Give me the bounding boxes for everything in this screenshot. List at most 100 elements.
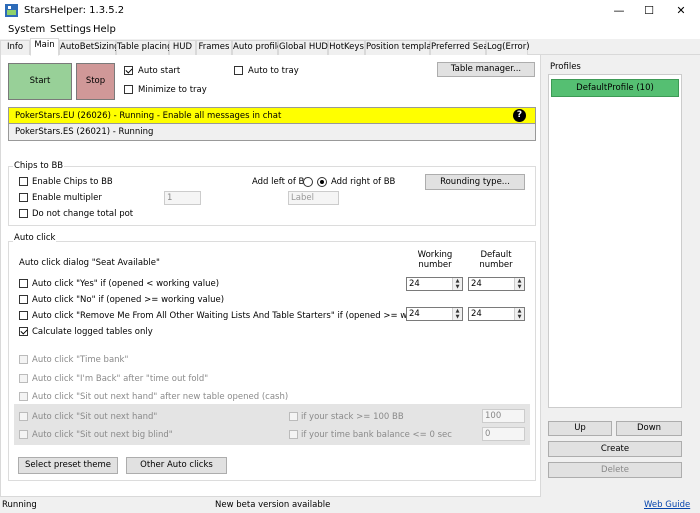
main-panel: Start Stop Auto start Minimize to tray A… (0, 55, 541, 497)
menu-bar: System Settings Help (0, 22, 700, 39)
stack-input[interactable]: 100 (482, 409, 525, 423)
auto-click-remove-checkbox[interactable] (19, 311, 28, 320)
profiles-list[interactable]: DefaultProfile (10) (548, 74, 682, 408)
tab-main[interactable]: Main (30, 38, 59, 56)
start-button[interactable]: Start (8, 63, 72, 100)
profiles-title: Profiles (550, 62, 581, 72)
auto-click-title: Auto click (13, 233, 57, 243)
remove-working-spinner[interactable]: ▲ ▼ (452, 308, 462, 320)
add-right-label: Add right of BB (331, 177, 396, 187)
tab-autobetsizing[interactable]: AutoBetSizing (59, 40, 120, 55)
timebank-label: if your time bank balance <= 0 sec (301, 430, 452, 440)
sit-out-bb-label: Auto click "Sit out next big blind" (32, 430, 173, 440)
chips-to-bb-title: Chips to BB (13, 161, 65, 171)
tab-global-hud[interactable]: Global HUD (278, 40, 328, 55)
enable-multiplier-label: Enable multipler (32, 193, 102, 203)
profile-item-default[interactable]: DefaultProfile (10) (551, 79, 679, 97)
close-button[interactable]: ✕ (666, 0, 696, 22)
stack-label: if your stack >= 100 BB (301, 412, 404, 422)
rounding-type-button[interactable]: Rounding type... (425, 174, 525, 190)
profile-delete-button[interactable]: Delete (548, 462, 682, 478)
auto-click-yes-checkbox[interactable] (19, 279, 28, 288)
label-input[interactable]: Label (288, 191, 339, 205)
sit-out-new-checkbox[interactable] (19, 392, 28, 401)
status-text: Running (2, 500, 37, 510)
other-auto-clicks-button[interactable]: Other Auto clicks (126, 457, 227, 474)
tab-auto-profile[interactable]: Auto profile (232, 40, 282, 55)
multiplier-input[interactable]: 1 (164, 191, 201, 205)
no-change-pot-checkbox[interactable] (19, 209, 28, 218)
no-change-pot-label: Do not change total pot (32, 209, 134, 219)
tab-table-placing[interactable]: Table placing (116, 40, 172, 55)
yes-default-spinner[interactable]: ▲ ▼ (514, 278, 524, 290)
auto-click-remove-label: Auto click "Remove Me From All Other Wai… (32, 311, 464, 321)
add-left-label: Add left of BB (252, 177, 311, 187)
tab-log-error[interactable]: Log(Error) (486, 40, 530, 55)
enable-chips-checkbox[interactable] (19, 177, 28, 186)
yes-working-spinner[interactable]: ▲ ▼ (452, 278, 462, 290)
auto-click-no-checkbox[interactable] (19, 295, 28, 304)
tab-preferred-seat[interactable]: Preferred Seat (430, 40, 492, 55)
profile-down-button[interactable]: Down (616, 421, 682, 436)
auto-to-tray-checkbox[interactable] (234, 66, 243, 75)
client-eu-text: PokerStars.EU (26026) - Running - Enable… (15, 111, 282, 121)
minimize-to-tray-checkbox[interactable] (124, 85, 133, 94)
profile-up-button[interactable]: Up (548, 421, 612, 436)
app-icon (5, 4, 18, 17)
time-bank-checkbox[interactable] (19, 355, 28, 364)
maximize-button[interactable]: ☐ (634, 0, 664, 22)
help-icon[interactable]: ? (513, 109, 526, 122)
im-back-label: Auto click "I'm Back" after "time out fo… (32, 374, 209, 384)
remove-working-value: 24 (409, 309, 420, 319)
menu-help[interactable]: Help (93, 24, 116, 35)
timebank-checkbox[interactable] (289, 430, 298, 439)
tab-hotkeys[interactable]: HotKeys (328, 40, 365, 55)
working-number-header: Working number (417, 250, 453, 270)
auto-click-no-label: Auto click "No" if (opened >= working va… (32, 295, 225, 305)
yes-working-value: 24 (409, 279, 420, 289)
remove-default-input[interactable]: 24 ▲ ▼ (468, 307, 525, 321)
client-row-eu[interactable]: PokerStars.EU (26026) - Running - Enable… (8, 107, 536, 124)
table-manager-button[interactable]: Table manager... (437, 62, 535, 77)
tab-strip: Info Main AutoBetSizing Table placing HU… (0, 38, 700, 56)
select-preset-button[interactable]: Select preset theme (18, 457, 118, 474)
remove-working-input[interactable]: 24 ▲ ▼ (406, 307, 463, 321)
auto-start-label: Auto start (138, 66, 181, 76)
beta-notice: New beta version available (215, 500, 331, 510)
calc-logged-checkbox[interactable] (19, 327, 28, 336)
sit-out-next-checkbox[interactable] (19, 412, 28, 421)
remove-default-value: 24 (471, 309, 482, 319)
minimize-to-tray-label: Minimize to tray (138, 85, 207, 95)
stack-checkbox[interactable] (289, 412, 298, 421)
enable-chips-label: Enable Chips to BB (32, 177, 113, 187)
profile-create-button[interactable]: Create (548, 441, 682, 457)
seat-available-label: Auto click dialog "Seat Available" (19, 258, 160, 268)
menu-settings[interactable]: Settings (50, 24, 91, 35)
time-bank-label: Auto click "Time bank" (32, 355, 129, 365)
sit-out-new-label: Auto click "Sit out next hand" after new… (32, 392, 289, 402)
sit-out-bb-checkbox[interactable] (19, 430, 28, 439)
stop-button[interactable]: Stop (76, 63, 115, 100)
client-row-es[interactable]: PokerStars.ES (26021) - Running (8, 124, 536, 141)
remove-default-spinner[interactable]: ▲ ▼ (514, 308, 524, 320)
timebank-input[interactable]: 0 (482, 427, 525, 441)
status-bar: Running New beta version available Web G… (0, 497, 700, 513)
yes-working-input[interactable]: 24 ▲ ▼ (406, 277, 463, 291)
menu-system[interactable]: System (8, 24, 45, 35)
auto-click-yes-label: Auto click "Yes" if (opened < working va… (32, 279, 220, 289)
tab-position-template[interactable]: Position template (365, 40, 440, 55)
yes-default-input[interactable]: 24 ▲ ▼ (468, 277, 525, 291)
enable-multiplier-checkbox[interactable] (19, 193, 28, 202)
tab-frames[interactable]: Frames (196, 40, 232, 55)
web-guide-link[interactable]: Web Guide (644, 500, 690, 510)
minimize-button[interactable]: — (604, 0, 634, 22)
tab-info[interactable]: Info (0, 40, 30, 55)
calc-logged-label: Calculate logged tables only (32, 327, 153, 337)
im-back-checkbox[interactable] (19, 374, 28, 383)
add-right-radio[interactable] (317, 177, 327, 187)
sit-out-next-label: Auto click "Sit out next hand" (32, 412, 158, 422)
tab-hud[interactable]: HUD (169, 40, 196, 55)
auto-start-checkbox[interactable] (124, 66, 133, 75)
title-bar: StarsHelper: 1.3.5.2 — ☐ ✕ (0, 0, 700, 22)
add-left-radio[interactable] (303, 177, 313, 187)
